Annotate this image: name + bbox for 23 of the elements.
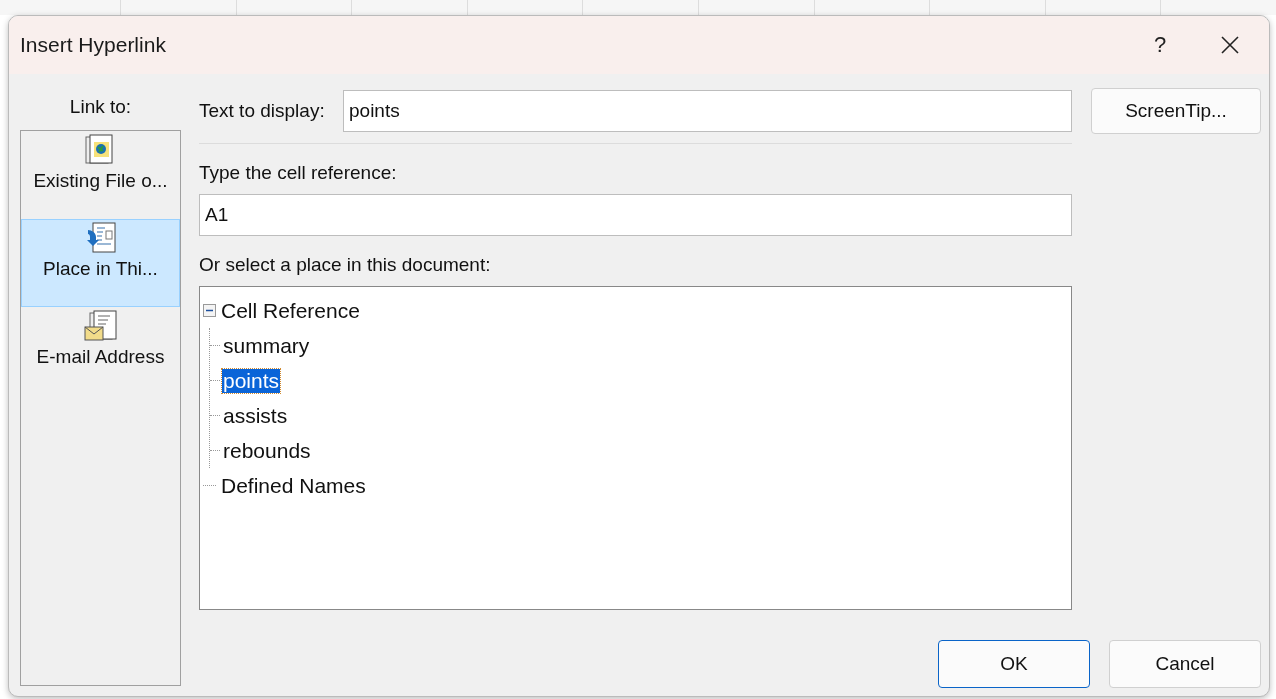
help-button[interactable]: ? <box>1135 31 1185 59</box>
cell-reference-label: Type the cell reference: <box>199 162 398 185</box>
document-envelope-icon <box>83 310 118 342</box>
close-icon <box>1220 35 1240 55</box>
place-list-label: Or select a place in this document: <box>199 254 492 277</box>
link-to-label: Link to: <box>68 96 133 119</box>
screentip-button[interactable]: ScreenTip... <box>1091 88 1261 134</box>
text-to-display-label: Text to display: <box>199 100 326 122</box>
tree-item[interactable]: Defined Names <box>220 473 367 498</box>
ok-button[interactable]: OK <box>938 640 1090 688</box>
tree-item[interactable]: rebounds <box>222 438 312 463</box>
link-type-item[interactable]: Place in Thi... <box>21 219 180 307</box>
cell-reference-field[interactable]: A1 <box>199 194 1072 236</box>
tree-item[interactable]: Cell Reference <box>220 298 361 323</box>
cancel-button[interactable]: Cancel <box>1109 640 1261 688</box>
tree-item[interactable]: points <box>222 368 281 393</box>
tree-item[interactable]: summary <box>222 333 311 358</box>
collapse-icon[interactable] <box>203 304 216 317</box>
tree-item[interactable]: assists <box>222 403 289 428</box>
text-to-display-field[interactable]: points <box>343 90 1072 132</box>
link-type-item[interactable]: Existing File o... <box>21 131 180 219</box>
link-type-item[interactable]: E-mail Address <box>21 307 180 395</box>
window-title: Insert Hyperlink <box>20 33 167 57</box>
